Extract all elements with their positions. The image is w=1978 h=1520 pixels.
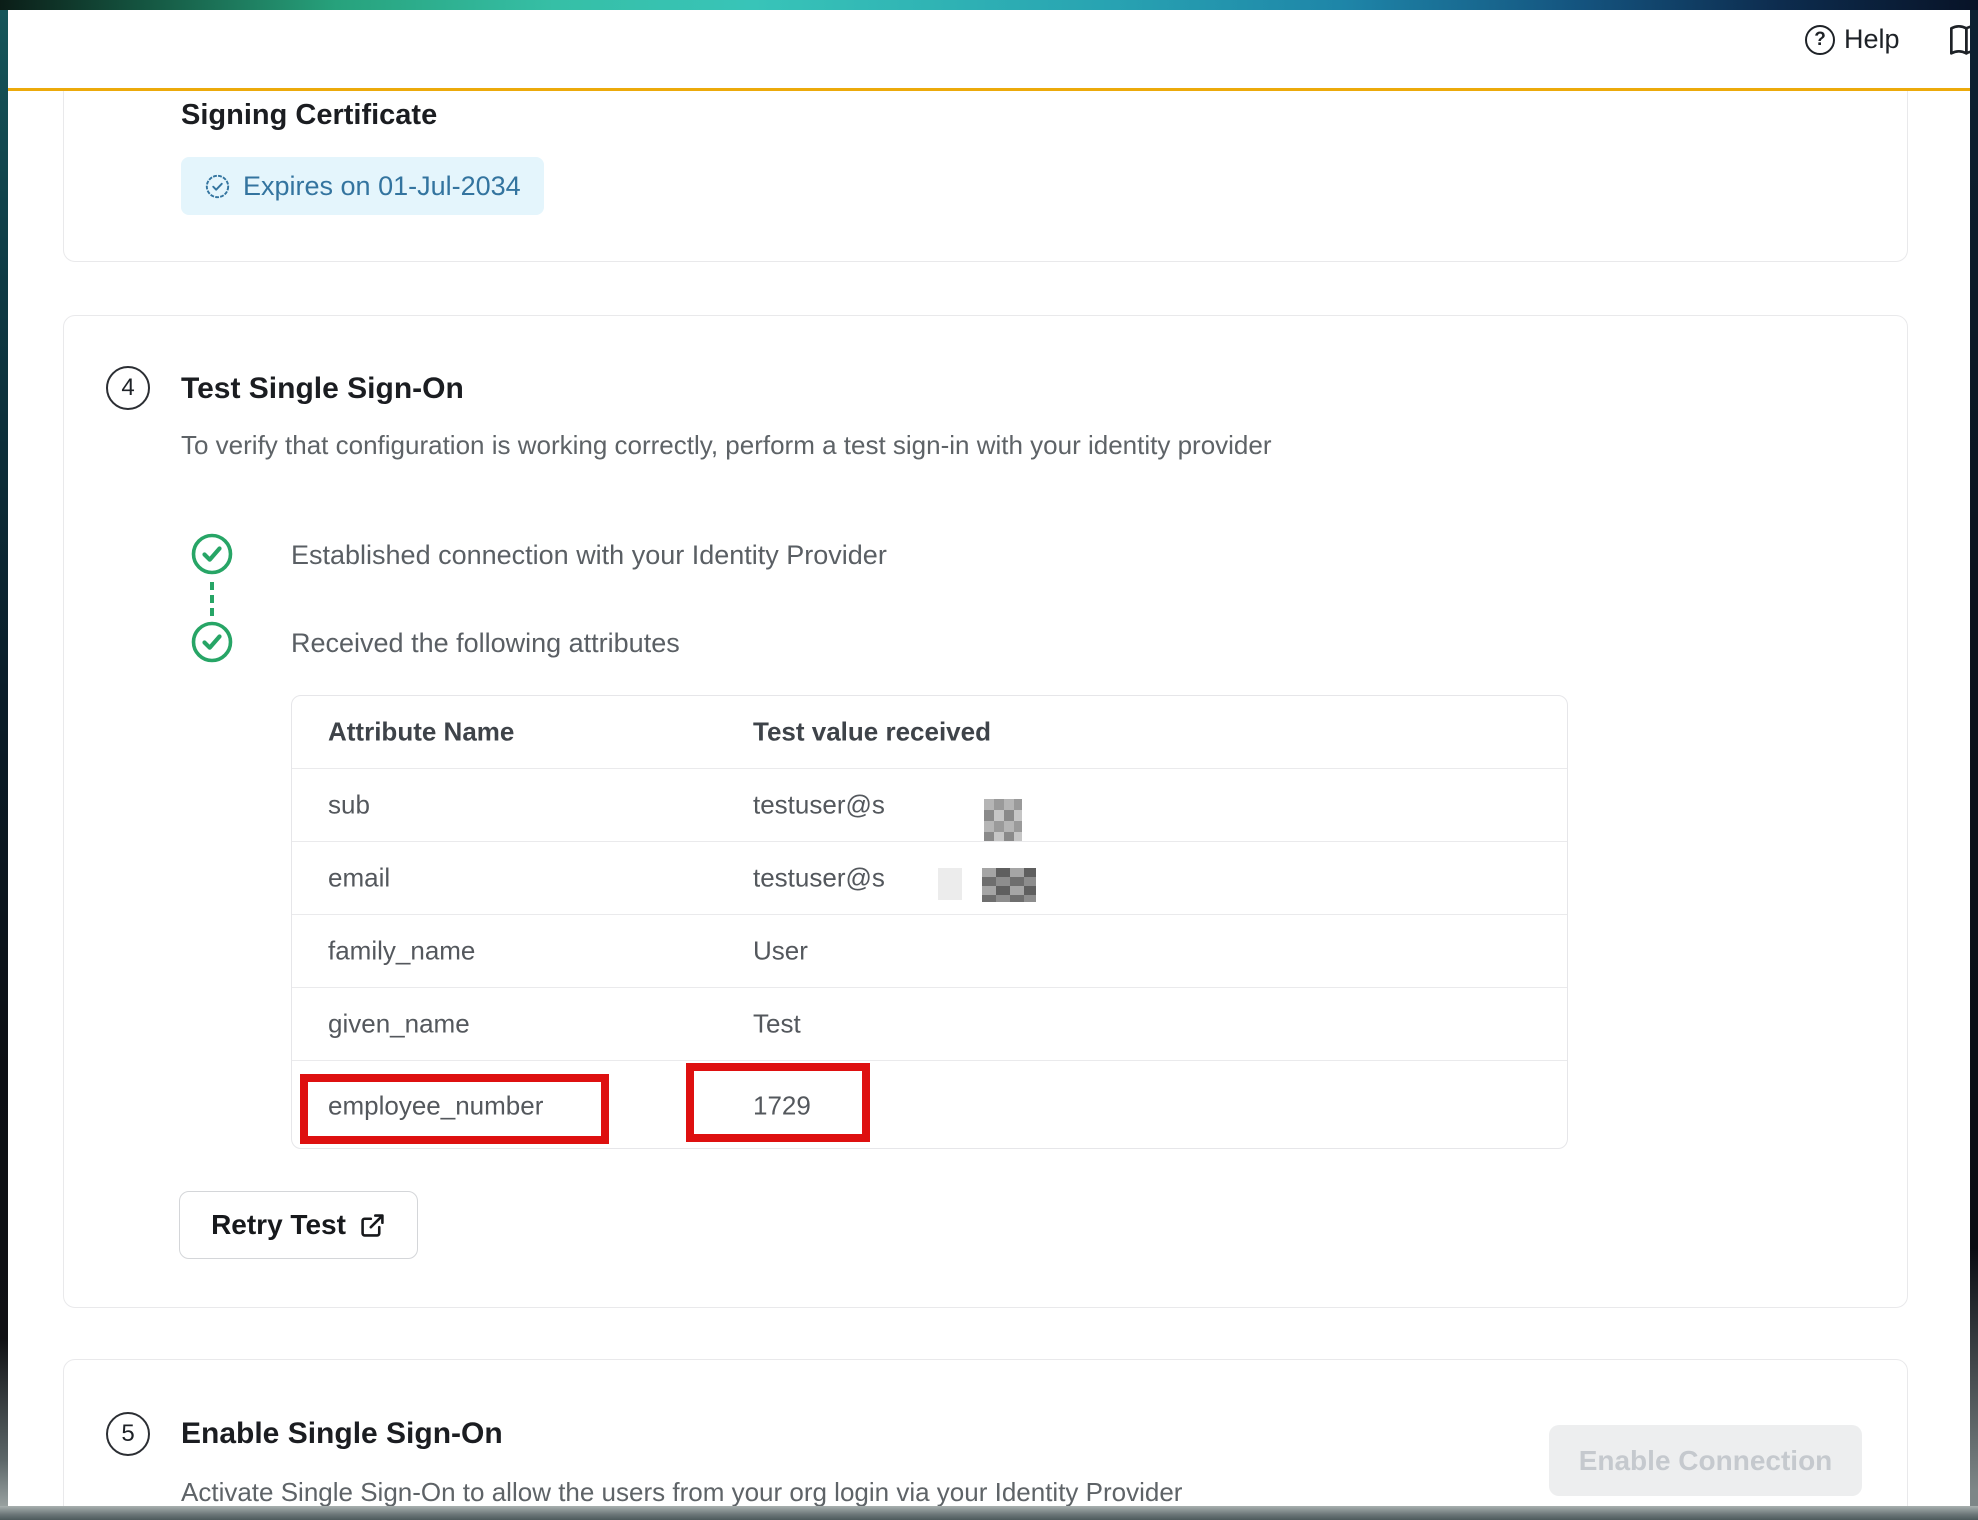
redaction-blur <box>984 799 1022 841</box>
attribute-name-cell: email <box>328 863 390 894</box>
table-row: given_name Test <box>292 988 1567 1061</box>
annotation-highlight-box <box>686 1063 870 1142</box>
check-circle-icon <box>191 621 233 663</box>
attribute-name-cell: sub <box>328 790 370 821</box>
signing-certificate-card: Signing Certificate Expires on 01-Jul-20… <box>63 91 1908 262</box>
check-text-connection: Established connection with your Identit… <box>291 540 887 571</box>
attribute-name-cell: given_name <box>328 1009 470 1040</box>
help-label: Help <box>1844 24 1900 55</box>
test-sso-description: To verify that configuration is working … <box>181 430 1272 461</box>
top-bar: ? Help <box>8 10 1970 88</box>
attribute-name-cell: family_name <box>328 936 475 967</box>
table-row: family_name User <box>292 915 1567 988</box>
attributes-table: Attribute Name Test value received sub t… <box>291 695 1568 1149</box>
table-row: email testuser@s <box>292 842 1567 915</box>
background-edge-right <box>1969 10 1978 1520</box>
attribute-value-cell: testuser@s <box>753 790 885 821</box>
test-sso-title: Test Single Sign-On <box>181 372 464 406</box>
certificate-expiry-badge: Expires on 01-Jul-2034 <box>181 157 544 215</box>
badge-check-icon <box>204 173 231 200</box>
retry-test-label: Retry Test <box>211 1209 346 1241</box>
help-circle-icon: ? <box>1805 25 1835 55</box>
page-background: ? Help Signing Certificate <box>0 0 1978 1520</box>
attribute-value-cell: User <box>753 936 808 967</box>
retry-test-button[interactable]: Retry Test <box>179 1191 418 1259</box>
table-header-row: Attribute Name Test value received <box>292 696 1567 769</box>
redaction-blur <box>938 868 962 900</box>
column-header-attribute-name: Attribute Name <box>328 717 514 748</box>
attribute-value-cell: Test <box>753 1009 801 1040</box>
enable-sso-description: Activate Single Sign-On to allow the use… <box>181 1477 1182 1506</box>
annotation-highlight-box <box>300 1074 609 1144</box>
step-connector-line <box>210 582 214 616</box>
step-number-badge: 4 <box>106 366 150 410</box>
check-circle-icon <box>191 533 233 575</box>
test-sso-card: 4 Test Single Sign-On To verify that con… <box>63 315 1908 1308</box>
enable-sso-card: 5 Enable Single Sign-On Activate Single … <box>63 1359 1908 1506</box>
check-text-attributes: Received the following attributes <box>291 628 680 659</box>
redaction-blur <box>982 868 1036 902</box>
certificate-expiry-text: Expires on 01-Jul-2034 <box>243 171 521 202</box>
signing-certificate-title: Signing Certificate <box>181 99 437 132</box>
help-button[interactable]: ? Help <box>1805 24 1900 55</box>
enable-sso-title: Enable Single Sign-On <box>181 1417 503 1451</box>
step-number-badge: 5 <box>106 1412 150 1456</box>
app-window: ? Help Signing Certificate <box>8 10 1970 1506</box>
book-icon[interactable] <box>1948 23 1970 57</box>
external-link-icon <box>359 1212 386 1239</box>
background-edge-bottom <box>0 1506 1978 1520</box>
column-header-test-value: Test value received <box>753 717 991 748</box>
table-row: sub testuser@s <box>292 769 1567 842</box>
attribute-value-cell: testuser@s <box>753 863 885 894</box>
enable-connection-button[interactable]: Enable Connection <box>1549 1425 1862 1496</box>
